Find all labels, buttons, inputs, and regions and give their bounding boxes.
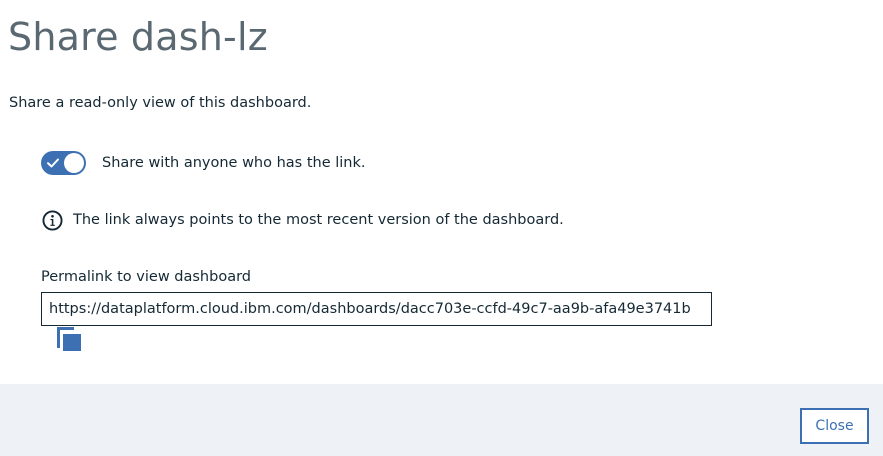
dialog-title: Share dash-lz: [8, 15, 268, 59]
share-toggle-label: Share with anyone who has the link.: [102, 155, 366, 171]
toggle-knob: [64, 153, 84, 173]
checkmark-icon: [47, 158, 59, 168]
info-icon: [42, 209, 63, 231]
copy-link-button[interactable]: [56, 327, 82, 352]
copy-icon: [57, 327, 81, 351]
info-text: The link always points to the most recen…: [73, 212, 564, 228]
share-toggle-row: Share with anyone who has the link.: [41, 151, 366, 175]
permalink-field[interactable]: [41, 292, 712, 326]
share-dialog: Share dash-lz Share a read-only view of …: [0, 0, 883, 456]
close-button[interactable]: Close: [800, 408, 869, 444]
permalink-label: Permalink to view dashboard: [41, 269, 251, 285]
dialog-subtitle: Share a read-only view of this dashboard…: [9, 95, 312, 111]
dialog-footer: [0, 384, 883, 456]
info-message: The link always points to the most recen…: [42, 209, 564, 231]
share-link-toggle[interactable]: [41, 151, 86, 175]
